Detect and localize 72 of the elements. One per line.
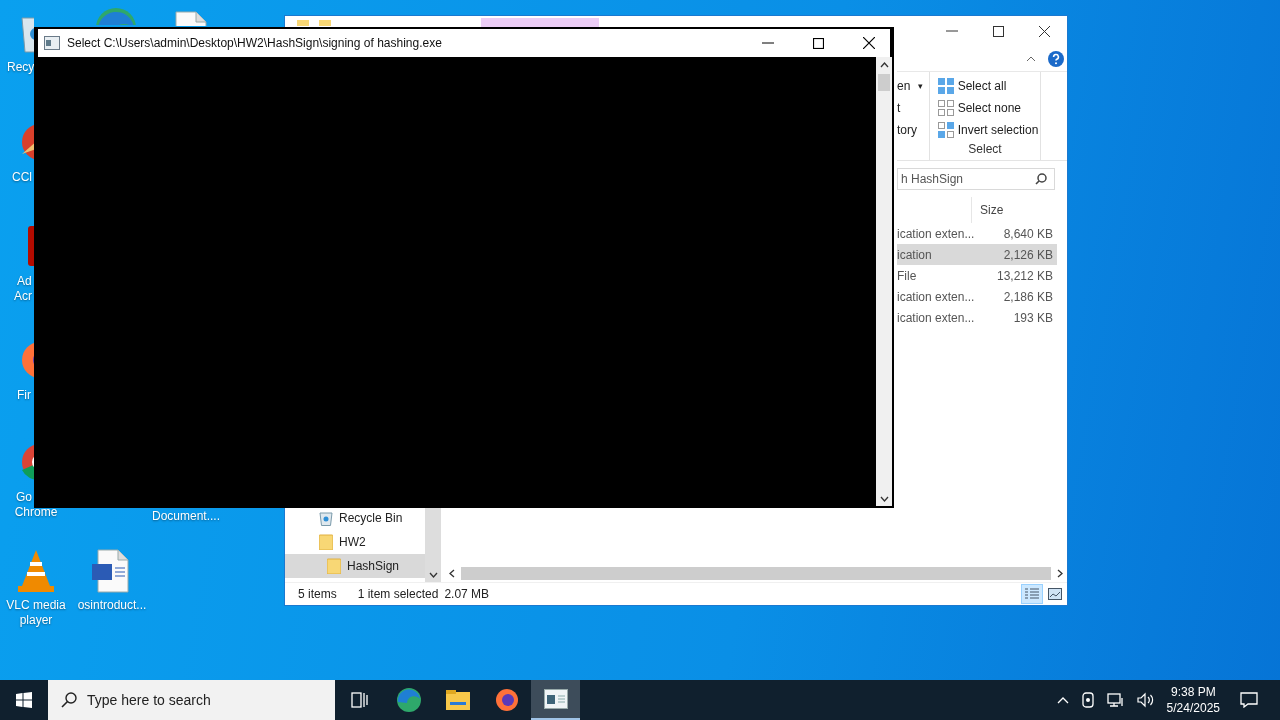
console-icon (44, 36, 60, 50)
desktop-icon-label: VLC media (6, 598, 66, 613)
nav-tree-item[interactable]: HW2 (285, 530, 425, 554)
file-row[interactable]: ication exten... 2,186 KB (897, 286, 1057, 307)
scroll-up-icon[interactable] (879, 62, 889, 68)
nav-tree-item[interactable]: Recycle Bin (285, 506, 425, 530)
scroll-down-icon[interactable] (428, 572, 438, 578)
desktop-icon-label: Document.... (152, 509, 220, 524)
scroll-down-icon[interactable] (879, 496, 889, 502)
help-icon[interactable] (1048, 50, 1064, 67)
details-view-icon (1025, 588, 1039, 600)
ribbon-group-title: Select (968, 142, 1002, 156)
chevron-up-icon[interactable] (1056, 696, 1069, 704)
notification-icon[interactable] (1240, 692, 1258, 708)
folder-icon (327, 558, 341, 574)
folder-icon (319, 534, 333, 550)
ribbon-button[interactable]: Select none (931, 97, 1039, 119)
scrollbar[interactable] (876, 57, 892, 506)
console-taskbar-button[interactable] (531, 680, 580, 720)
invert-selection-icon (937, 122, 954, 138)
close-icon[interactable] (1039, 25, 1050, 37)
browser-icon (494, 688, 519, 712)
file-row[interactable]: ication exten... 8,640 KB (897, 223, 1057, 244)
select-all-icon (937, 78, 954, 94)
desktop-icon-label: Chrome (14, 505, 58, 520)
desktop-icon-label: Go (15, 490, 32, 505)
maximize-icon[interactable] (993, 25, 1004, 37)
search-field[interactable]: h HashSign (897, 168, 1055, 190)
clock[interactable]: 9:38 PM 5/24/2025 (1166, 684, 1220, 716)
ribbon-button[interactable]: Select all (931, 75, 1039, 97)
file-row[interactable]: ication 2,126 KB (897, 244, 1057, 265)
status-text: 1 item selected (357, 587, 439, 601)
search-field[interactable]: Type here to search (48, 680, 335, 720)
desktop-icon-label: osintroduct... (77, 598, 147, 613)
desktop-icon-label: Fir (16, 388, 31, 403)
dropdown-arrow: ▾ (918, 81, 924, 91)
collapse-ribbon-icon[interactable] (1026, 55, 1036, 62)
console-icon (543, 689, 568, 709)
start-icon (16, 692, 32, 708)
maximize-icon[interactable] (813, 37, 824, 49)
desktop-icon-label: Recy (6, 60, 35, 75)
scrollbar[interactable] (425, 506, 441, 582)
window-title: Select C:\Users\admin\Desktop\HW2\HashSign\signing of hashing.exe (67, 36, 442, 50)
volume-icon[interactable] (1136, 692, 1155, 708)
ribbon-button[interactable]: tory (897, 119, 917, 141)
scroll-left-icon[interactable] (449, 569, 455, 578)
folder-icon (445, 690, 470, 710)
search-icon (61, 692, 77, 708)
ribbon-button[interactable]: Invert selection (931, 119, 1039, 141)
status-text: 5 items (298, 587, 337, 601)
ribbon-button[interactable]: en ▾ (897, 75, 924, 97)
ribbon-button[interactable]: t (897, 97, 901, 119)
status-text: 2.07 MB (444, 587, 490, 601)
select-none-icon (937, 100, 954, 116)
desktop-icon-label: Ad (16, 274, 32, 289)
desktop-icon-label: Acr (13, 289, 32, 304)
desktop-icon-label: player (19, 613, 53, 628)
nav-tree-item[interactable]: HashSign (285, 554, 425, 578)
scroll-thumb[interactable] (878, 74, 890, 91)
desktop-icon-label: CCl (11, 170, 32, 185)
close-icon[interactable] (863, 37, 875, 49)
column-header[interactable]: Size (971, 197, 1055, 223)
file-row[interactable]: ication exten... 193 KB (897, 307, 1057, 328)
browser-icon (395, 687, 422, 713)
search-icon (1035, 173, 1047, 185)
picture-view-icon (1048, 588, 1062, 600)
scroll-right-icon[interactable] (1057, 569, 1063, 578)
task-view-icon (350, 692, 369, 708)
network-icon[interactable] (1106, 692, 1125, 708)
file-row[interactable]: File 13,212 KB (897, 265, 1057, 286)
device-icon[interactable] (1080, 692, 1095, 708)
recycle-bin-icon (319, 510, 333, 526)
